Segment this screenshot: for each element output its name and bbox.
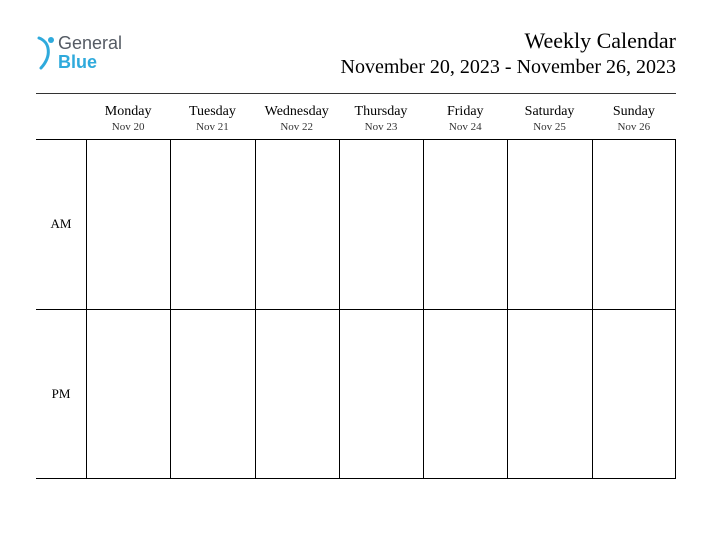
logo-text-general: General [58,33,122,53]
day-date: Nov 23 [339,121,423,133]
calendar-cell [255,309,339,479]
day-name: Tuesday [170,104,254,120]
day-date: Nov 26 [592,121,676,133]
calendar-cell [86,309,170,479]
day-name: Monday [86,104,170,120]
title-block: Weekly Calendar November 20, 2023 - Nove… [341,28,677,79]
calendar-cell [255,139,339,309]
date-range: November 20, 2023 - November 26, 2023 [341,56,677,79]
calendar-cell [170,139,254,309]
day-header: Saturday Nov 25 [507,102,591,139]
period-labels: AM PM [36,139,86,479]
calendar: Monday Nov 20 Tuesday Nov 21 Wednesday N… [36,102,676,479]
divider [36,93,676,94]
logo-text-blue: Blue [58,52,97,72]
logo: General Blue [36,28,122,72]
day-date: Nov 21 [170,121,254,133]
calendar-cell [592,139,676,309]
calendar-cell [423,309,507,479]
period-pm: PM [36,309,86,480]
calendar-cell [170,309,254,479]
calendar-cell [86,139,170,309]
header-row: General Blue Weekly Calendar November 20… [36,28,676,79]
day-name: Wednesday [255,104,339,120]
day-date: Nov 24 [423,121,507,133]
day-date: Nov 22 [255,121,339,133]
day-date: Nov 20 [86,121,170,133]
calendar-cell [592,309,676,479]
calendar-cell [339,309,423,479]
day-header: Wednesday Nov 22 [255,102,339,139]
calendar-cell [423,139,507,309]
day-header: Friday Nov 24 [423,102,507,139]
page-title: Weekly Calendar [341,28,677,54]
day-header: Sunday Nov 26 [592,102,676,139]
calendar-cell [339,139,423,309]
calendar-cell [507,139,591,309]
logo-swoosh-icon [36,34,56,72]
day-name: Saturday [507,104,591,120]
day-name: Sunday [592,104,676,120]
calendar-grid [86,139,676,479]
day-header: Monday Nov 20 [86,102,170,139]
grid-wrap: AM PM [36,139,676,479]
day-header: Thursday Nov 23 [339,102,423,139]
day-date: Nov 25 [507,121,591,133]
logo-text: General Blue [58,34,122,72]
day-header: Tuesday Nov 21 [170,102,254,139]
day-headers-row: Monday Nov 20 Tuesday Nov 21 Wednesday N… [86,102,676,139]
calendar-cell [507,309,591,479]
period-am: AM [36,139,86,309]
day-name: Thursday [339,104,423,120]
day-name: Friday [423,104,507,120]
